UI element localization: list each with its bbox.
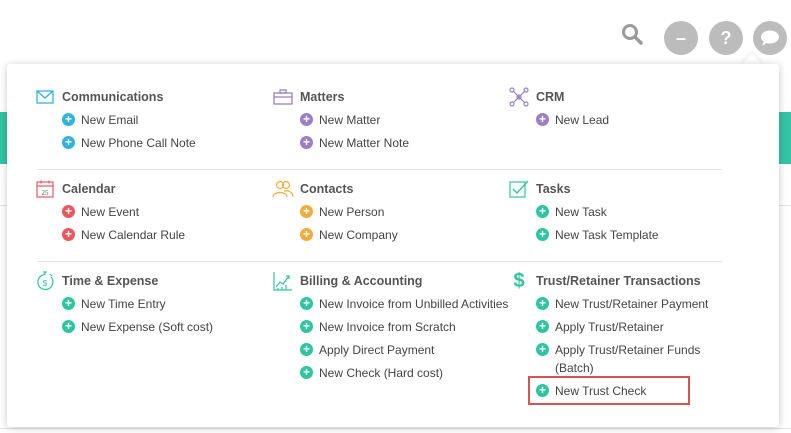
section-title: Tasks [536, 182, 571, 196]
quick-create-dropdown: Communications + New Email + New Phone C… [7, 64, 779, 427]
item-label: New Time Entry [81, 297, 166, 311]
apply-trust-retainer-link[interactable]: + Apply Trust/Retainer [536, 318, 664, 336]
new-matter-note-link[interactable]: + New Matter Note [300, 134, 409, 152]
section-title: Trust/Retainer Transactions [536, 274, 701, 288]
item-label: New Expense (Soft cost) [81, 320, 214, 334]
plus-icon: + [62, 320, 75, 333]
new-calendar-rule-link[interactable]: + New Calendar Rule [62, 226, 185, 244]
item-label-line: Apply Trust/Retainer Funds [555, 343, 701, 357]
new-lead-link[interactable]: + New Lead [536, 111, 609, 129]
item-label: Apply Trust/Retainer Funds (Batch) [555, 341, 700, 377]
calendar-icon-text: 25 [42, 189, 50, 197]
item-label: Apply Direct Payment [319, 343, 435, 357]
new-invoice-unbilled-link[interactable]: + New Invoice from Unbilled Activities [300, 295, 508, 313]
highlight-box [528, 376, 690, 405]
minimize-button[interactable]: – [664, 21, 698, 55]
section-title: Contacts [300, 182, 354, 196]
checkbox-icon [508, 178, 530, 200]
svg-text:$: $ [43, 279, 48, 288]
section-title: Matters [300, 90, 345, 104]
plus-icon: + [300, 136, 313, 149]
item-label: New Check (Hard cost) [319, 366, 444, 380]
help-label: ? [720, 27, 732, 48]
plus-icon: + [62, 113, 75, 126]
new-time-entry-link[interactable]: + New Time Entry [62, 295, 166, 313]
new-event-link[interactable]: + New Event [62, 203, 139, 221]
plus-icon: + [62, 136, 75, 149]
item-label: New Task Template [555, 228, 659, 242]
search-icon[interactable] [620, 22, 646, 48]
item-label: New Phone Call Note [81, 136, 196, 150]
plus-icon: + [536, 113, 549, 126]
item-label: New Person [319, 205, 385, 219]
envelope-icon [34, 86, 56, 108]
new-matter-link[interactable]: + New Matter [300, 111, 380, 129]
chat-bubble-icon [761, 30, 779, 46]
plus-icon: + [300, 297, 313, 310]
new-expense-link[interactable]: + New Expense (Soft cost) [62, 318, 213, 336]
background-divider [0, 428, 791, 429]
new-phone-call-note-link[interactable]: + New Phone Call Note [62, 134, 196, 152]
plus-icon: + [536, 228, 549, 241]
item-label: New Trust/Retainer Payment [555, 297, 709, 311]
item-label: New Company [319, 228, 398, 242]
item-label: New Task [555, 205, 607, 219]
dollar-icon: $ [513, 269, 525, 292]
row-divider [37, 169, 722, 170]
plus-icon: + [62, 228, 75, 241]
chart-icon [272, 270, 294, 292]
new-email-link[interactable]: + New Email [62, 111, 138, 129]
plus-icon: + [62, 297, 75, 310]
plus-icon: + [62, 205, 75, 218]
plus-icon: + [300, 343, 313, 356]
plus-icon: + [300, 320, 313, 333]
plus-icon: + [300, 366, 313, 379]
calendar-icon: 25 [34, 178, 56, 200]
plus-icon: + [300, 228, 313, 241]
plus-icon: + [300, 113, 313, 126]
section-title: Communications [62, 90, 164, 104]
new-check-hard-cost-link[interactable]: + New Check (Hard cost) [300, 364, 443, 382]
briefcase-icon [272, 86, 294, 108]
stopwatch-dollar-icon: $ [34, 270, 56, 292]
item-label: New Email [81, 113, 139, 127]
plus-icon: + [300, 205, 313, 218]
new-task-link[interactable]: + New Task [536, 203, 607, 221]
apply-direct-payment-link[interactable]: + Apply Direct Payment [300, 341, 434, 359]
apply-trust-retainer-funds-batch-link[interactable]: + Apply Trust/Retainer Funds (Batch) [536, 341, 700, 377]
section-title: Time & Expense [62, 274, 159, 288]
new-invoice-scratch-link[interactable]: + New Invoice from Scratch [300, 318, 456, 336]
item-label: New Matter Note [319, 136, 410, 150]
chat-button[interactable] [753, 21, 787, 55]
new-trust-retainer-payment-link[interactable]: + New Trust/Retainer Payment [536, 295, 708, 313]
plus-icon: + [536, 297, 549, 310]
plus-icon: + [536, 320, 549, 333]
new-task-template-link[interactable]: + New Task Template [536, 226, 659, 244]
new-person-link[interactable]: + New Person [300, 203, 384, 221]
section-title: CRM [536, 90, 565, 104]
contacts-icon [272, 178, 294, 200]
network-icon [508, 86, 530, 108]
help-button[interactable]: ? [709, 21, 743, 55]
item-label-line: (Batch) [555, 361, 594, 375]
item-label: New Matter [319, 113, 381, 127]
section-title: Billing & Accounting [300, 274, 423, 288]
item-label: New Invoice from Unbilled Activities [319, 297, 509, 311]
row-divider [37, 261, 722, 262]
minus-label: – [675, 27, 686, 48]
item-label: New Event [81, 205, 140, 219]
new-company-link[interactable]: + New Company [300, 226, 398, 244]
item-label: New Calendar Rule [81, 228, 186, 242]
plus-icon: + [536, 205, 549, 218]
item-label: Apply Trust/Retainer [555, 320, 664, 334]
section-title: Calendar [62, 182, 116, 196]
item-label: New Invoice from Scratch [319, 320, 456, 334]
item-label: New Lead [555, 113, 610, 127]
plus-icon: + [536, 343, 549, 356]
